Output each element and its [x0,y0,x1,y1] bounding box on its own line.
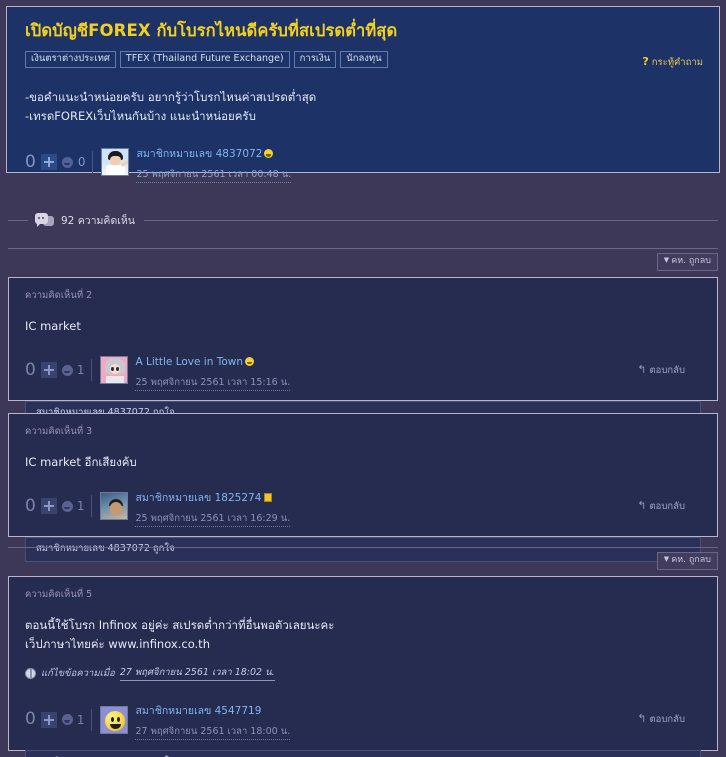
post-body: -ขอคำแนะนำหน่อยครับ อยากรู้ว่าโบรกไหนค่า… [25,88,701,126]
comment-vote-count-3: 0 [25,495,36,516]
comment-emo-count-5: 1 [76,712,85,727]
comment-text-3: IC market อีกเสียงค้บ [25,455,137,469]
comment-meta-row-5: 0 1 สมาชิกหมายเลข 4547719 27 พฤศจิกายน 2… [25,699,701,741]
question-thread-badge: ? กระทู้คำถาม [642,55,703,70]
post-vote-widget: 0 0 [25,151,86,172]
comment-author-name-3[interactable]: สมาชิกหมายเลข 1825274 [135,492,261,504]
tag-item-2[interactable]: การเงิน [293,50,337,69]
post-meta-row: 0 0 สมาชิกหมายเลข 4837072 25 พฤศจิกายน 2… [25,142,701,183]
comment-author-block-3: สมาชิกหมายเลข 1825274 25 พฤศจิกายน 2561 … [135,486,291,527]
comment-author-block-5: สมาชิกหมายเลข 4547719 27 พฤศจิกายน 2561 … [135,699,291,741]
tag-item-3[interactable]: นักลงทุน [340,50,388,69]
deleted-comments-label-1: คห. ถูกลบ [671,256,711,266]
deleted-comments-label-2: คห. ถูกลบ [671,555,711,565]
post-vote-count: 0 [25,151,36,172]
edited-prefix-5: แก้ไขข้อความเมื่อ [41,667,115,679]
avatar[interactable] [100,705,129,734]
tag-item-0[interactable]: เงินตราต่างประเทศ [25,50,116,69]
divider [91,495,93,518]
edited-note-5: แก้ไขข้อความเมื่อ 27 พฤศจิกายน 2561 เวลา… [25,665,701,682]
comment-number-5: ความคิดเห็นที่ 5 [25,589,93,600]
question-thread-label: กระทู้คำถาม [651,57,703,68]
frown-icon[interactable] [61,364,73,376]
comment-meta-row-2: 0 1 A Little Love in Town 25 พฤศจิกายน 2… [25,350,701,391]
question-mark-icon: ? [642,55,649,68]
edited-date-5[interactable]: 27 พฤศจิกายน 2561 เวลา 18:02 น. [119,665,275,682]
emoji-badge-icon [264,149,274,158]
divider [91,359,93,382]
reply-link-5[interactable]: ↰ ตอบกลับ [637,712,685,727]
comment-meta-row-3: 0 1 สมาชิกหมายเลข 1825274 25 พฤศจิกายน 2… [25,486,701,527]
post-emo-count: 0 [77,155,86,170]
comment-card-5: ความคิดเห็นที่ 5 ตอนนี้ใช้โบรก Infinox อ… [8,576,718,757]
tag-list: เงินตราต่างประเทศ TFEX (Thailand Future … [25,50,701,69]
comment-text-5-line-0: ตอนนี้ใช้โบรก Infinox อยู่ค่ะ สเปรดต่ำกว… [25,618,335,632]
comment-emo-count-3: 1 [76,499,85,514]
comment-card-2: ความคิดเห็นที่ 2 IC market 0 1 A Little … [8,277,718,426]
comment-text-2: IC market [25,319,81,333]
frown-icon[interactable] [61,714,73,726]
deleted-comments-bar-1: ▼ คห. ถูกลบ [8,248,718,276]
main-post-card: เปิดบัญชีFOREX กับโบรกไหนดีครับที่สเปรดต… [6,6,720,183]
globe-icon [25,667,36,679]
comment-card-3: ความคิดเห็นที่ 3 IC market อีกเสียงค้บ 0… [8,413,718,562]
divider-left [8,220,28,221]
comment-vote-count-5: 0 [25,709,36,730]
reply-label-5: ตอบกลับ [649,714,685,726]
comments-count-label: 92 ความคิดเห็น [61,215,135,227]
frown-icon[interactable] [61,156,73,168]
avatar[interactable] [100,492,129,521]
divider-right [143,220,718,221]
deleted-comments-bar-2: ▼ คห. ถูกลบ [8,547,718,575]
reply-link-3[interactable]: ↰ ตอบกลับ [637,499,685,514]
post-author-block: สมาชิกหมายเลข 4837072 25 พฤศจิกายน 2561 … [136,142,292,183]
like-footer-5: สมาชิกหมายเลข 4837072 ถูกใจ [25,750,701,757]
reply-label-3: ตอบกลับ [649,500,685,512]
divider [92,151,94,174]
frown-icon[interactable] [61,500,73,512]
post-body-line-0: -ขอคำแนะนำหน่อยครับ อยากรู้ว่าโบรกไหนค่า… [25,90,317,105]
comment-author-name-2[interactable]: A Little Love in Town [135,356,243,368]
tag-item-1[interactable]: TFEX (Thailand Future Exchange) [119,50,290,69]
reply-link-2[interactable]: ↰ ตอบกลับ [637,363,685,378]
chevron-down-icon: ▼ [663,256,670,264]
comment-emo-count-2: 1 [76,363,85,378]
post-date[interactable]: 25 พฤศจิกายน 2561 เวลา 00:48 น. [136,169,292,183]
plus-icon[interactable] [40,711,57,728]
emoji-badge-icon [245,356,255,366]
deleted-comments-button-1[interactable]: ▼ คห. ถูกลบ [656,253,718,271]
forum-thread-page: เปิดบัญชีFOREX กับโบรกไหนดีครับที่สเปรดต… [0,0,726,757]
plus-icon[interactable] [40,154,57,171]
comment-text-5: ตอนนี้ใช้โบรก Infinox อยู่ค่ะ สเปรดต่ำกว… [25,616,701,653]
comment-number-3: ความคิดเห็นที่ 3 [25,426,93,437]
chevron-down-icon: ▼ [663,555,670,563]
square-badge-icon [264,492,273,502]
reply-arrow-icon: ↰ [637,362,647,376]
reply-arrow-icon: ↰ [637,498,647,512]
comments-header: 92 ความคิดเห็น [8,212,718,229]
comment-text-5-line-1: เว็ปภาษาไทยค่ะ www.infinox.co.th [25,636,210,651]
page-title: เปิดบัญชีFOREX กับโบรกไหนดีครับที่สเปรดต… [25,21,398,40]
post-body-line-1: -เทรดFOREXเว็บไหนกันบ้าง แนะนำหน่อยครับ [25,109,256,124]
avatar[interactable] [100,356,129,385]
deleted-comments-button-2[interactable]: ▼ คห. ถูกลบ [656,552,718,570]
comment-date-2[interactable]: 25 พฤศจิกายน 2561 เวลา 15:16 น. [135,377,291,391]
reply-arrow-icon: ↰ [637,712,647,726]
comment-vote-count-2: 0 [25,359,36,380]
comment-author-block-2: A Little Love in Town 25 พฤศจิกายน 2561 … [135,350,291,391]
comment-date-5[interactable]: 27 พฤศจิกายน 2561 เวลา 18:00 น. [135,726,291,741]
reply-label-2: ตอบกลับ [649,364,685,376]
comment-date-3[interactable]: 25 พฤศจิกายน 2561 เวลา 16:29 น. [135,513,291,527]
post-author-name[interactable]: สมาชิกหมายเลข 4837072 [136,148,262,160]
plus-icon[interactable] [40,498,57,515]
comment-number-2: ความคิดเห็นที่ 2 [25,290,93,301]
comment-author-name-5[interactable]: สมาชิกหมายเลข 4547719 [135,705,261,717]
avatar[interactable] [101,148,130,177]
divider [91,708,93,731]
comments-bubble-icon [35,213,54,228]
plus-icon[interactable] [40,362,57,379]
